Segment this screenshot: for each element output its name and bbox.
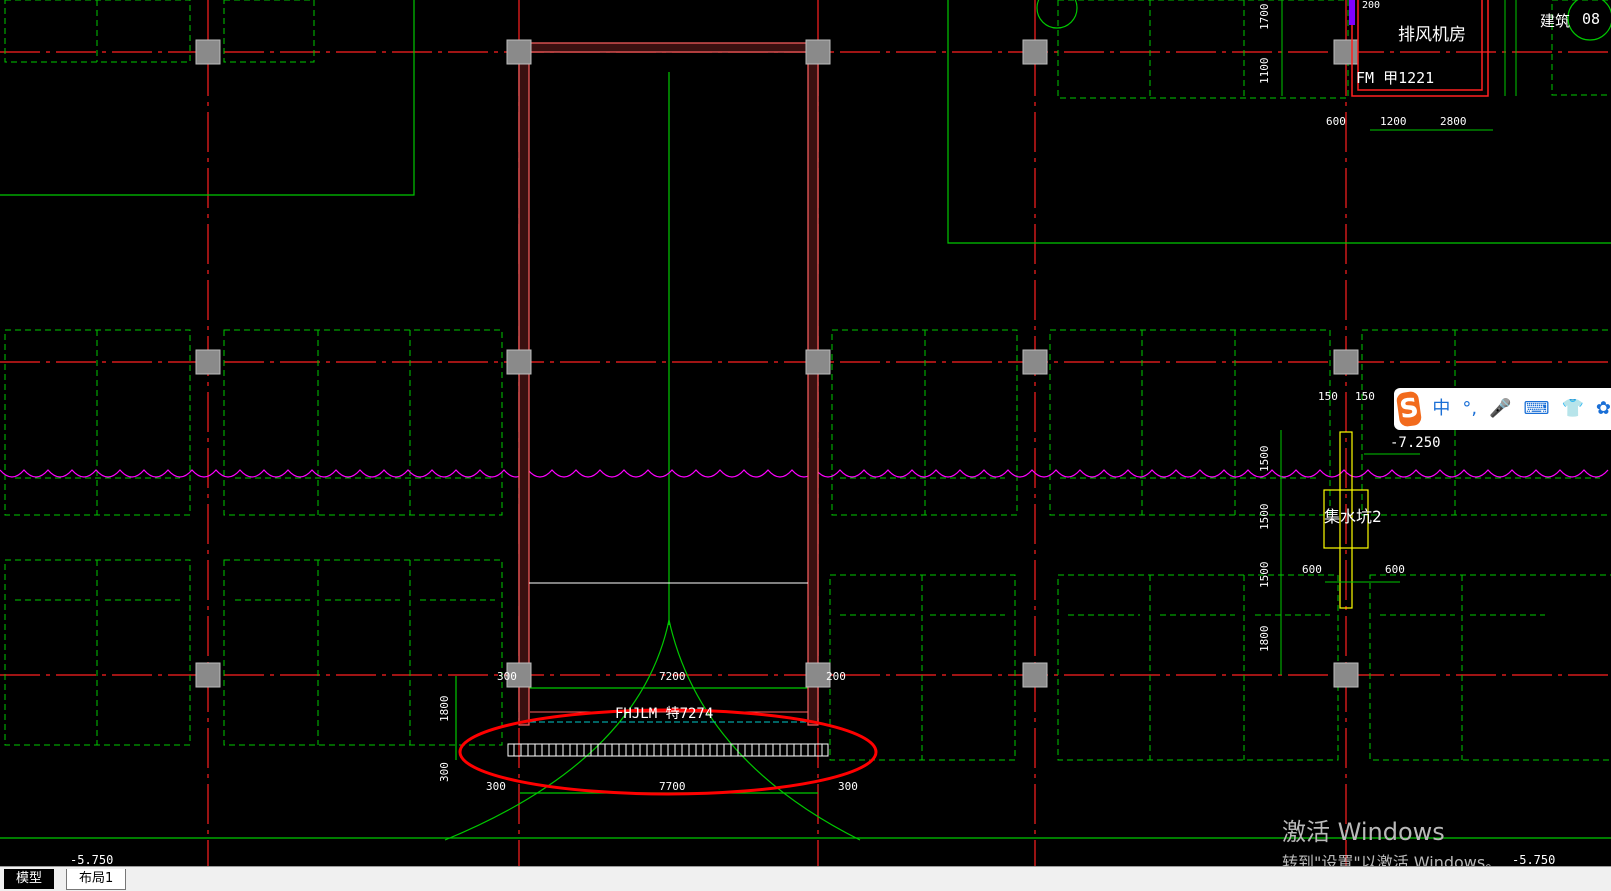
column-block	[195, 662, 221, 688]
tab-model[interactable]: 模型	[4, 869, 55, 889]
microphone-icon[interactable]: 🎤	[1489, 400, 1511, 418]
dim-text: 300	[838, 780, 858, 793]
label-door-bottom: FHJLM 特7274	[615, 706, 713, 722]
column-block	[1333, 39, 1359, 65]
column-block	[1333, 662, 1359, 688]
dim-text: 150	[1318, 390, 1338, 403]
skin-icon[interactable]: 👕	[1561, 400, 1583, 418]
parking-bay	[223, 329, 503, 516]
ime-mode-button[interactable]: 中	[1432, 400, 1450, 418]
dim-text: 600	[1385, 563, 1405, 576]
column-block	[1022, 662, 1048, 688]
label-jianzhu: 建筑	[1540, 12, 1570, 30]
dim-text: 600	[1326, 115, 1346, 128]
dim-text: 1800	[1258, 626, 1271, 653]
dim-text: 1100	[1258, 58, 1271, 85]
layout-tab-bar: 模型 布局1	[0, 866, 1611, 891]
dim-text: 1500	[1258, 504, 1271, 531]
ime-punct-button[interactable]: °,	[1462, 400, 1477, 418]
dim-text: 7700	[659, 780, 686, 793]
column-block	[1333, 349, 1359, 375]
shaft-wall-top	[518, 42, 819, 53]
dim-text: 600	[1302, 563, 1322, 576]
parking-bay	[223, 0, 315, 63]
dim-text: 200	[826, 670, 846, 683]
dim-text: 1200	[1380, 115, 1407, 128]
label-door-top: FM 甲1221	[1356, 69, 1434, 87]
column-tag-circle	[1036, 0, 1078, 29]
dim-text: 2800	[1440, 115, 1467, 128]
dim-text: 300	[497, 670, 517, 683]
parking-bay	[1369, 574, 1611, 761]
shaft-wall-right	[807, 51, 819, 726]
parking-bay	[1057, 574, 1339, 761]
keyboard-icon[interactable]: ⌨	[1524, 400, 1550, 418]
dim-text: 300	[438, 762, 451, 782]
green-wall-outline	[0, 0, 415, 196]
tab-layout1[interactable]: 布局1	[66, 869, 127, 890]
label-elevation-left: -5.750	[70, 853, 113, 866]
column-block	[805, 39, 831, 65]
column-block	[1022, 349, 1048, 375]
ime-toolbar[interactable]: S 中 °, 🎤 ⌨ 👕 ✿	[1394, 388, 1611, 430]
column-block	[805, 349, 831, 375]
dim-text: 150	[1355, 390, 1375, 403]
column-block	[506, 39, 532, 65]
column-block	[506, 349, 532, 375]
dim-text: 1500	[1258, 562, 1271, 589]
magenta-revision-cloud	[0, 469, 1609, 478]
dim-text: 300	[486, 780, 506, 793]
dim-text: 1700	[1258, 4, 1271, 31]
parking-bay	[1057, 0, 1349, 99]
label-elevation-pit: -7.250	[1390, 435, 1441, 451]
label-elevation-right: -5.750	[1512, 853, 1555, 866]
sogou-logo-icon[interactable]: S	[1395, 390, 1423, 428]
parking-bay	[223, 559, 503, 746]
shaft-wall-left	[518, 51, 530, 726]
dim-text: 1800	[438, 696, 451, 723]
label-sump: 集水坑2	[1324, 507, 1382, 526]
label-08: 08	[1582, 10, 1600, 28]
door-swing-arc	[444, 619, 670, 841]
cad-drawing-canvas[interactable]: 排风机房 FM 甲1221 600 1200 2800 1700 1100 20…	[0, 0, 1611, 866]
column-block	[195, 349, 221, 375]
label-room-exhaust: 排风机房	[1398, 25, 1466, 45]
door-swing-arc	[668, 619, 861, 841]
apps-icon[interactable]: ✿	[1596, 400, 1611, 418]
dim-text: 1500	[1258, 446, 1271, 473]
dim-text: 200	[1362, 0, 1380, 11]
green-wall-outline	[947, 0, 1611, 244]
column-block	[195, 39, 221, 65]
trench-grating	[507, 743, 829, 757]
column-block	[1022, 39, 1048, 65]
parking-bay	[1049, 329, 1331, 516]
dim-text: 7200	[659, 670, 686, 683]
